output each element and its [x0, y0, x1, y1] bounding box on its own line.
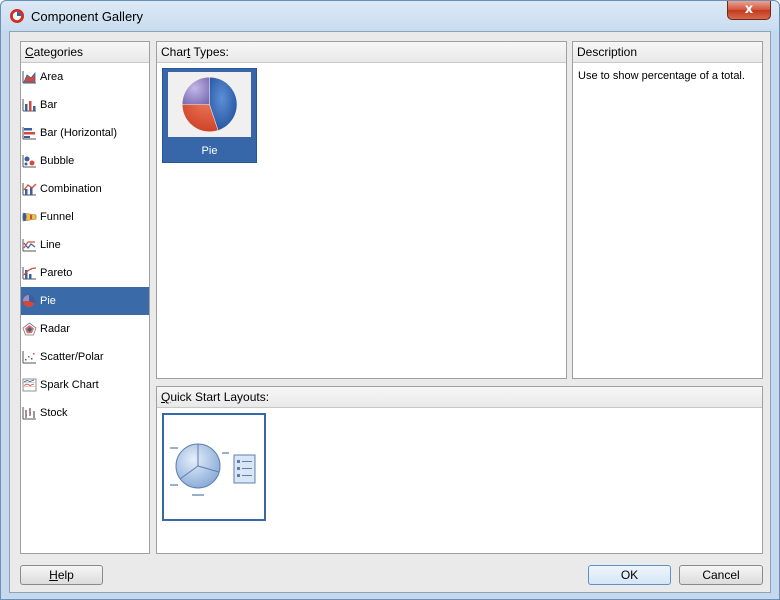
categories-header-mnemonic: C [25, 45, 34, 59]
category-label: Radar [40, 323, 70, 335]
horizontal-bar-chart-icon [22, 127, 36, 140]
categories-header-text: ategories [33, 45, 84, 59]
category-item-stock[interactable]: Stock [21, 399, 149, 427]
help-button[interactable]: Help [20, 565, 103, 585]
category-label: Line [40, 239, 61, 251]
category-label: Spark Chart [40, 379, 99, 391]
quick-start-header-text: uick Start Layouts: [170, 390, 270, 404]
category-item-line[interactable]: Line [21, 231, 149, 259]
category-item-combination[interactable]: Combination [21, 175, 149, 203]
category-item-radar[interactable]: Radar [21, 315, 149, 343]
pie-with-legend-layout-icon [170, 443, 256, 496]
pie-chart-thumbnail-icon [182, 77, 237, 132]
radar-chart-icon [22, 322, 37, 336]
cancel-button[interactable]: Cancel [679, 565, 763, 585]
pie-chart-icon [23, 294, 36, 307]
category-item-spark-chart[interactable]: Spark Chart [21, 371, 149, 399]
quick-start-header: Quick Start Layouts: [157, 387, 762, 408]
category-label: Pareto [40, 267, 73, 279]
category-label: Funnel [40, 211, 74, 223]
category-item-funnel[interactable]: Funnel [21, 203, 149, 231]
app-logo-icon [10, 9, 24, 23]
funnel-chart-icon [22, 212, 37, 222]
category-item-scatter-polar[interactable]: Scatter/Polar [21, 343, 149, 371]
chart-types-header: Chart Types: [157, 42, 566, 63]
description-text: Use to show percentage of a total. [578, 70, 745, 82]
category-label: Bar [40, 99, 58, 111]
close-button[interactable]: x [727, 1, 771, 20]
categories-header: Categories [21, 42, 149, 63]
chart-type-tile-pie[interactable]: Pie [162, 68, 257, 163]
category-label: Pie [40, 295, 56, 307]
description-header: Description [573, 42, 762, 63]
category-label: Combination [40, 183, 102, 195]
area-chart-icon [22, 71, 36, 84]
help-button-label: elp [57, 568, 74, 582]
category-item-bar-horizontal[interactable]: Bar (Horizontal) [21, 119, 149, 147]
bubble-chart-icon [22, 155, 36, 168]
quick-start-grid [157, 408, 762, 553]
category-list[interactable]: Area Bar Bar (Horizontal) Bubble Combina… [21, 63, 149, 553]
pareto-chart-icon [22, 267, 37, 280]
category-item-pie[interactable]: Pie [21, 287, 149, 315]
categories-panel: Categories Area Bar Bar (Horizontal) Bub… [20, 41, 150, 554]
category-label: Area [40, 71, 64, 83]
line-chart-icon [22, 239, 36, 252]
close-icon: x [744, 2, 754, 17]
category-item-bubble[interactable]: Bubble [21, 147, 149, 175]
description-panel: Description Use to show percentage of a … [572, 41, 763, 379]
category-label: Bar (Horizontal) [40, 127, 118, 139]
category-label: Stock [40, 407, 68, 419]
stock-chart-icon [22, 407, 36, 420]
chart-types-header-pre: Char [161, 45, 188, 59]
category-item-area[interactable]: Area [21, 63, 149, 91]
category-label: Bubble [40, 155, 75, 167]
quick-start-panel: Quick Start Layouts: [156, 386, 763, 554]
combination-chart-icon [22, 183, 37, 196]
chart-types-grid: Pie [157, 63, 566, 378]
window-title: Component Gallery [31, 9, 143, 24]
chart-type-label: Pie [201, 145, 218, 157]
dialog-body: Categories Area Bar Bar (Horizontal) Bub… [9, 31, 771, 593]
bar-chart-icon [22, 99, 36, 112]
component-gallery-window: Component Gallery x Categories Area Bar … [0, 0, 780, 600]
help-button-mnemonic: H [49, 568, 58, 582]
quick-start-header-mnemonic: Q [161, 390, 171, 404]
category-item-bar[interactable]: Bar [21, 91, 149, 119]
scatter-chart-icon [22, 351, 36, 364]
category-item-pareto[interactable]: Pareto [21, 259, 149, 287]
chart-types-header-post: Types: [190, 45, 229, 59]
quick-start-layout-tile[interactable] [162, 413, 266, 521]
chart-types-panel: Chart Types: Pie [156, 41, 567, 379]
title-bar[interactable]: Component Gallery x [1, 1, 779, 31]
category-label: Scatter/Polar [40, 351, 104, 363]
ok-button[interactable]: OK [588, 565, 671, 585]
pie-thumbnail [168, 72, 251, 137]
spark-chart-icon [22, 378, 37, 392]
